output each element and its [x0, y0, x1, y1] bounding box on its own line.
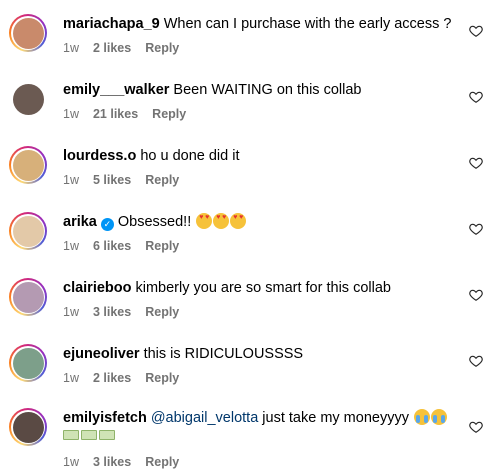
avatar[interactable] [9, 80, 47, 118]
money-emoji-icon [81, 430, 97, 440]
comment-text: Obsessed!! [117, 214, 192, 230]
heart-eyes-emoji-icon [196, 213, 213, 229]
heart-eyes-emoji-icon [230, 213, 247, 229]
username[interactable]: arika [63, 214, 97, 230]
username[interactable]: mariachapa_9 [63, 16, 160, 32]
username[interactable]: clairieboo [63, 280, 132, 296]
crying-emoji-icon [414, 409, 430, 425]
money-emoji-icon [63, 430, 79, 440]
avatar[interactable] [9, 278, 47, 316]
heart-outline-icon[interactable] [469, 156, 483, 170]
money-emoji-row [63, 430, 115, 440]
comment-text: kimberly you are so smart for this colla… [135, 280, 391, 296]
timestamp: 1w [63, 107, 79, 121]
heart-outline-icon[interactable] [469, 222, 483, 236]
avatar[interactable] [9, 212, 47, 250]
timestamp: 1w [63, 41, 79, 55]
money-emoji-icon [99, 430, 115, 440]
username[interactable]: emilyisfetch [63, 410, 147, 426]
reply-button[interactable]: Reply [145, 455, 179, 469]
heart-outline-icon[interactable] [469, 420, 483, 434]
timestamp: 1w [63, 455, 79, 469]
reply-button[interactable]: Reply [145, 41, 179, 55]
avatar[interactable] [9, 14, 47, 52]
comment-text: When can I purchase with the early acces… [163, 16, 452, 32]
username[interactable]: ejuneoliver [63, 346, 140, 362]
likes-count[interactable]: 2 likes [93, 41, 131, 55]
avatar[interactable] [9, 344, 47, 382]
verified-badge-icon: ✓ [100, 218, 114, 231]
heart-outline-icon[interactable] [469, 288, 483, 302]
reply-button[interactable]: Reply [145, 239, 179, 253]
likes-count[interactable]: 2 likes [93, 371, 131, 385]
comment-text: this is RIDICULOUSSSS [143, 346, 304, 362]
avatar[interactable] [9, 146, 47, 184]
comment-text: ho u done did it [140, 148, 240, 164]
comment-text: just take my moneyyyy [262, 410, 409, 426]
comment-text: Been WAITING on this collab [173, 82, 362, 98]
heart-outline-icon[interactable] [469, 354, 483, 368]
reply-button[interactable]: Reply [145, 173, 179, 187]
likes-count[interactable]: 3 likes [93, 455, 131, 469]
crying-emoji-icon [431, 409, 447, 425]
timestamp: 1w [63, 239, 79, 253]
likes-count[interactable]: 21 likes [93, 107, 138, 121]
timestamp: 1w [63, 173, 79, 187]
likes-count[interactable]: 3 likes [93, 305, 131, 319]
heart-outline-icon[interactable] [469, 24, 483, 38]
mention-link[interactable]: @abigail_velotta [151, 410, 258, 426]
avatar[interactable] [9, 408, 47, 446]
username[interactable]: emily___walker [63, 82, 169, 98]
timestamp: 1w [63, 305, 79, 319]
username[interactable]: lourdess.o [63, 148, 136, 164]
likes-count[interactable]: 5 likes [93, 173, 131, 187]
heart-outline-icon[interactable] [469, 90, 483, 104]
reply-button[interactable]: Reply [145, 371, 179, 385]
reply-button[interactable]: Reply [152, 107, 186, 121]
reply-button[interactable]: Reply [145, 305, 179, 319]
heart-eyes-emoji-icon [213, 213, 230, 229]
likes-count[interactable]: 6 likes [93, 239, 131, 253]
timestamp: 1w [63, 371, 79, 385]
